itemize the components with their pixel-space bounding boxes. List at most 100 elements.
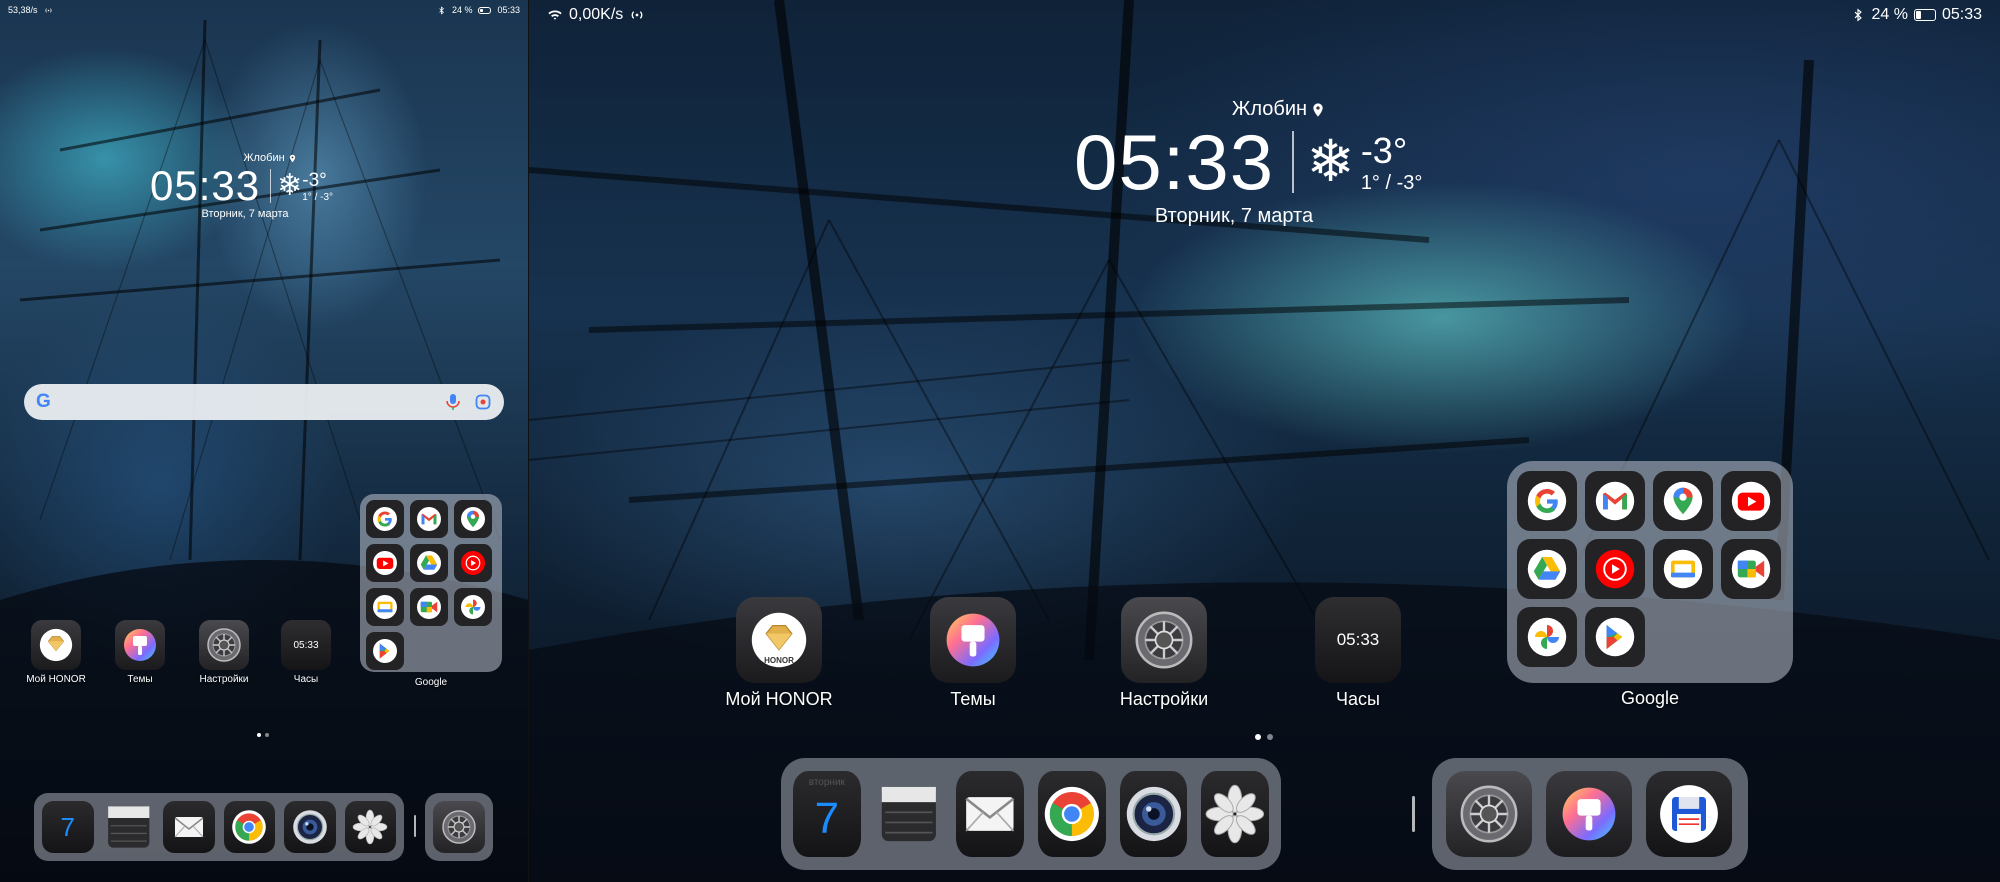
google-tv-icon[interactable]: [366, 588, 404, 626]
dock-recent: [1432, 758, 1748, 870]
youtube-music-icon[interactable]: [1585, 539, 1645, 599]
google-maps-icon[interactable]: [454, 500, 492, 538]
dock-separator: [1412, 796, 1415, 832]
app-my-honor[interactable]: HONOR Мой HONOR: [709, 597, 849, 710]
google-play-icon[interactable]: [366, 632, 404, 670]
microphone-icon[interactable]: [444, 393, 462, 411]
youtube-music-icon[interactable]: [454, 544, 492, 582]
location-pin-icon: [288, 154, 297, 163]
dock: 7: [34, 793, 404, 861]
recent-files-app[interactable]: [1646, 771, 1732, 857]
notes-app[interactable]: [103, 801, 155, 853]
app-label: Мой HONOR: [725, 689, 833, 709]
google-tv-icon[interactable]: [1653, 539, 1713, 599]
google-play-icon[interactable]: [1585, 607, 1645, 667]
app-label: Темы: [127, 674, 153, 685]
temperature-range: 1° / -3°: [302, 191, 334, 203]
snowflake-icon[interactable]: ❄: [1306, 133, 1355, 191]
google-meet-icon[interactable]: [410, 588, 448, 626]
bluetooth-icon: [1851, 8, 1865, 22]
app-settings[interactable]: Настройки: [1094, 597, 1234, 710]
clock-icon-time: 05:33: [293, 639, 319, 651]
google-photos-icon[interactable]: [454, 588, 492, 626]
mail-app[interactable]: [956, 771, 1025, 857]
google-maps-icon[interactable]: [1653, 471, 1713, 531]
app-themes[interactable]: Темы: [105, 620, 175, 685]
recent-settings-app[interactable]: [433, 801, 485, 853]
dock-recent: [425, 793, 493, 861]
camera-icon: [1120, 779, 1188, 849]
page-dot-active: [257, 733, 261, 737]
page-indicator: [257, 733, 269, 737]
themes-brush-icon: [120, 625, 160, 665]
youtube-icon[interactable]: [1721, 471, 1781, 531]
google-search-icon[interactable]: [1517, 471, 1577, 531]
google-photos-icon[interactable]: [1517, 607, 1577, 667]
mail-app[interactable]: [163, 801, 215, 853]
current-temperature: -3°: [302, 169, 327, 191]
app-themes[interactable]: Темы: [903, 597, 1043, 710]
hotspot-icon: [629, 7, 645, 23]
app-label: Часы: [293, 674, 319, 685]
google-meet-icon[interactable]: [1721, 539, 1781, 599]
dock-separator: [414, 815, 416, 837]
camera-app[interactable]: [1119, 771, 1188, 857]
widget-clock-time[interactable]: 05:33: [150, 164, 260, 208]
google-folder[interactable]: [360, 494, 502, 672]
widget-date: Вторник, 7 марта: [1154, 205, 1314, 227]
battery-percent: 24 %: [451, 5, 473, 15]
honor-icon: [37, 626, 75, 664]
mail-icon: [169, 807, 209, 847]
battery-percent: 24 %: [1871, 6, 1908, 23]
google-search-bar[interactable]: G: [24, 384, 504, 420]
files-floppy-icon: [1655, 780, 1723, 848]
app-clock[interactable]: 05:33 Часы: [1288, 597, 1428, 710]
widget-clock-time[interactable]: 05:33: [1074, 121, 1274, 203]
gallery-icon: [350, 807, 390, 847]
gallery-icon: [1201, 780, 1269, 848]
app-label: Настройки: [1119, 689, 1209, 709]
google-search-icon[interactable]: [366, 500, 404, 538]
wifi-icon: [547, 7, 563, 23]
battery-icon: [478, 6, 492, 14]
honor-wordmark: HONOR: [764, 656, 794, 665]
google-drive-icon[interactable]: [1517, 539, 1577, 599]
page-dot: [265, 733, 269, 737]
gallery-app[interactable]: [344, 801, 396, 853]
status-bar: 53,38/s 24 % 05:33: [0, 0, 528, 20]
recent-settings-app[interactable]: [1446, 771, 1532, 857]
network-speed: 0,00K/s: [569, 6, 624, 23]
bluetooth-icon: [437, 6, 446, 15]
calendar-app[interactable]: вторник 7: [793, 771, 861, 857]
current-temperature: -3°: [1360, 129, 1408, 171]
app-settings[interactable]: Настройки: [189, 620, 259, 685]
network-speed: 53,38/s: [8, 5, 38, 15]
google-folder[interactable]: [1507, 461, 1793, 683]
google-lens-icon[interactable]: [474, 393, 492, 411]
app-label: Часы: [1336, 689, 1380, 709]
app-my-honor[interactable]: Мой HONOR: [21, 620, 91, 685]
status-bar: 0,00K/s 24 % 05:33: [529, 0, 2000, 30]
app-label: Темы: [950, 689, 996, 709]
gmail-icon[interactable]: [1585, 471, 1645, 531]
temperature-range: 1° / -3°: [1360, 171, 1423, 194]
gallery-app[interactable]: [1201, 771, 1270, 857]
snowflake-icon[interactable]: ❄: [277, 171, 302, 201]
gmail-icon[interactable]: [410, 500, 448, 538]
clock-weather-widget[interactable]: Жлобин 05:33 ❄ -3° 1° / -3° Вторник, 7 м…: [150, 152, 380, 220]
clock-weather-widget[interactable]: Жлобин 05:33 ❄ -3° 1° / -3° Вторник, 7 м…: [1074, 98, 1434, 228]
chrome-app[interactable]: [223, 801, 275, 853]
page-dot: [1267, 734, 1273, 740]
youtube-icon[interactable]: [366, 544, 404, 582]
camera-app[interactable]: [284, 801, 336, 853]
widget-divider: [270, 169, 272, 203]
notes-app[interactable]: [875, 771, 943, 857]
wallpaper-rigging: [0, 0, 528, 882]
google-logo: G: [36, 391, 51, 412]
app-clock[interactable]: 05:33 Часы: [271, 620, 341, 685]
google-drive-icon[interactable]: [410, 544, 448, 582]
widget-date: Вторник, 7 марта: [201, 208, 289, 220]
calendar-app[interactable]: 7: [42, 801, 94, 853]
recent-themes-app[interactable]: [1546, 771, 1632, 857]
chrome-app[interactable]: [1038, 771, 1106, 857]
